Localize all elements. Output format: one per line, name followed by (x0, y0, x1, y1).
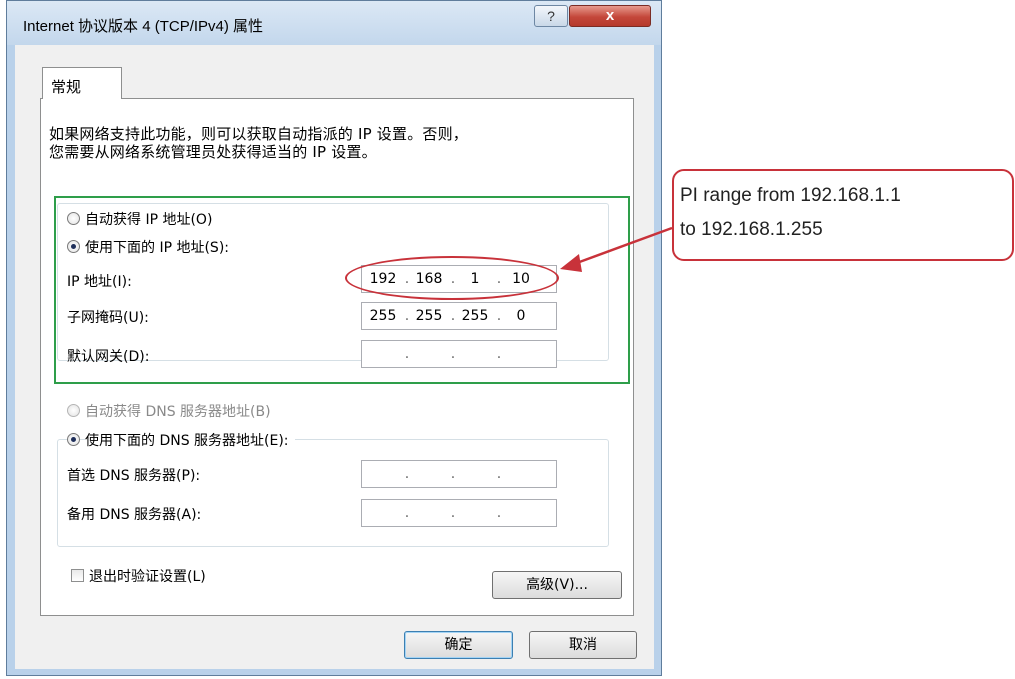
callout-line-2: to 192.168.1.255 (680, 219, 823, 240)
annotation-arrow (560, 226, 673, 272)
callout-line-1: PI range from 192.168.1.1 (680, 185, 901, 206)
tab-general[interactable]: 常规 (42, 67, 122, 99)
annotation-callout: PI range from 192.168.1.1 to 192.168.1.2… (672, 169, 1014, 261)
